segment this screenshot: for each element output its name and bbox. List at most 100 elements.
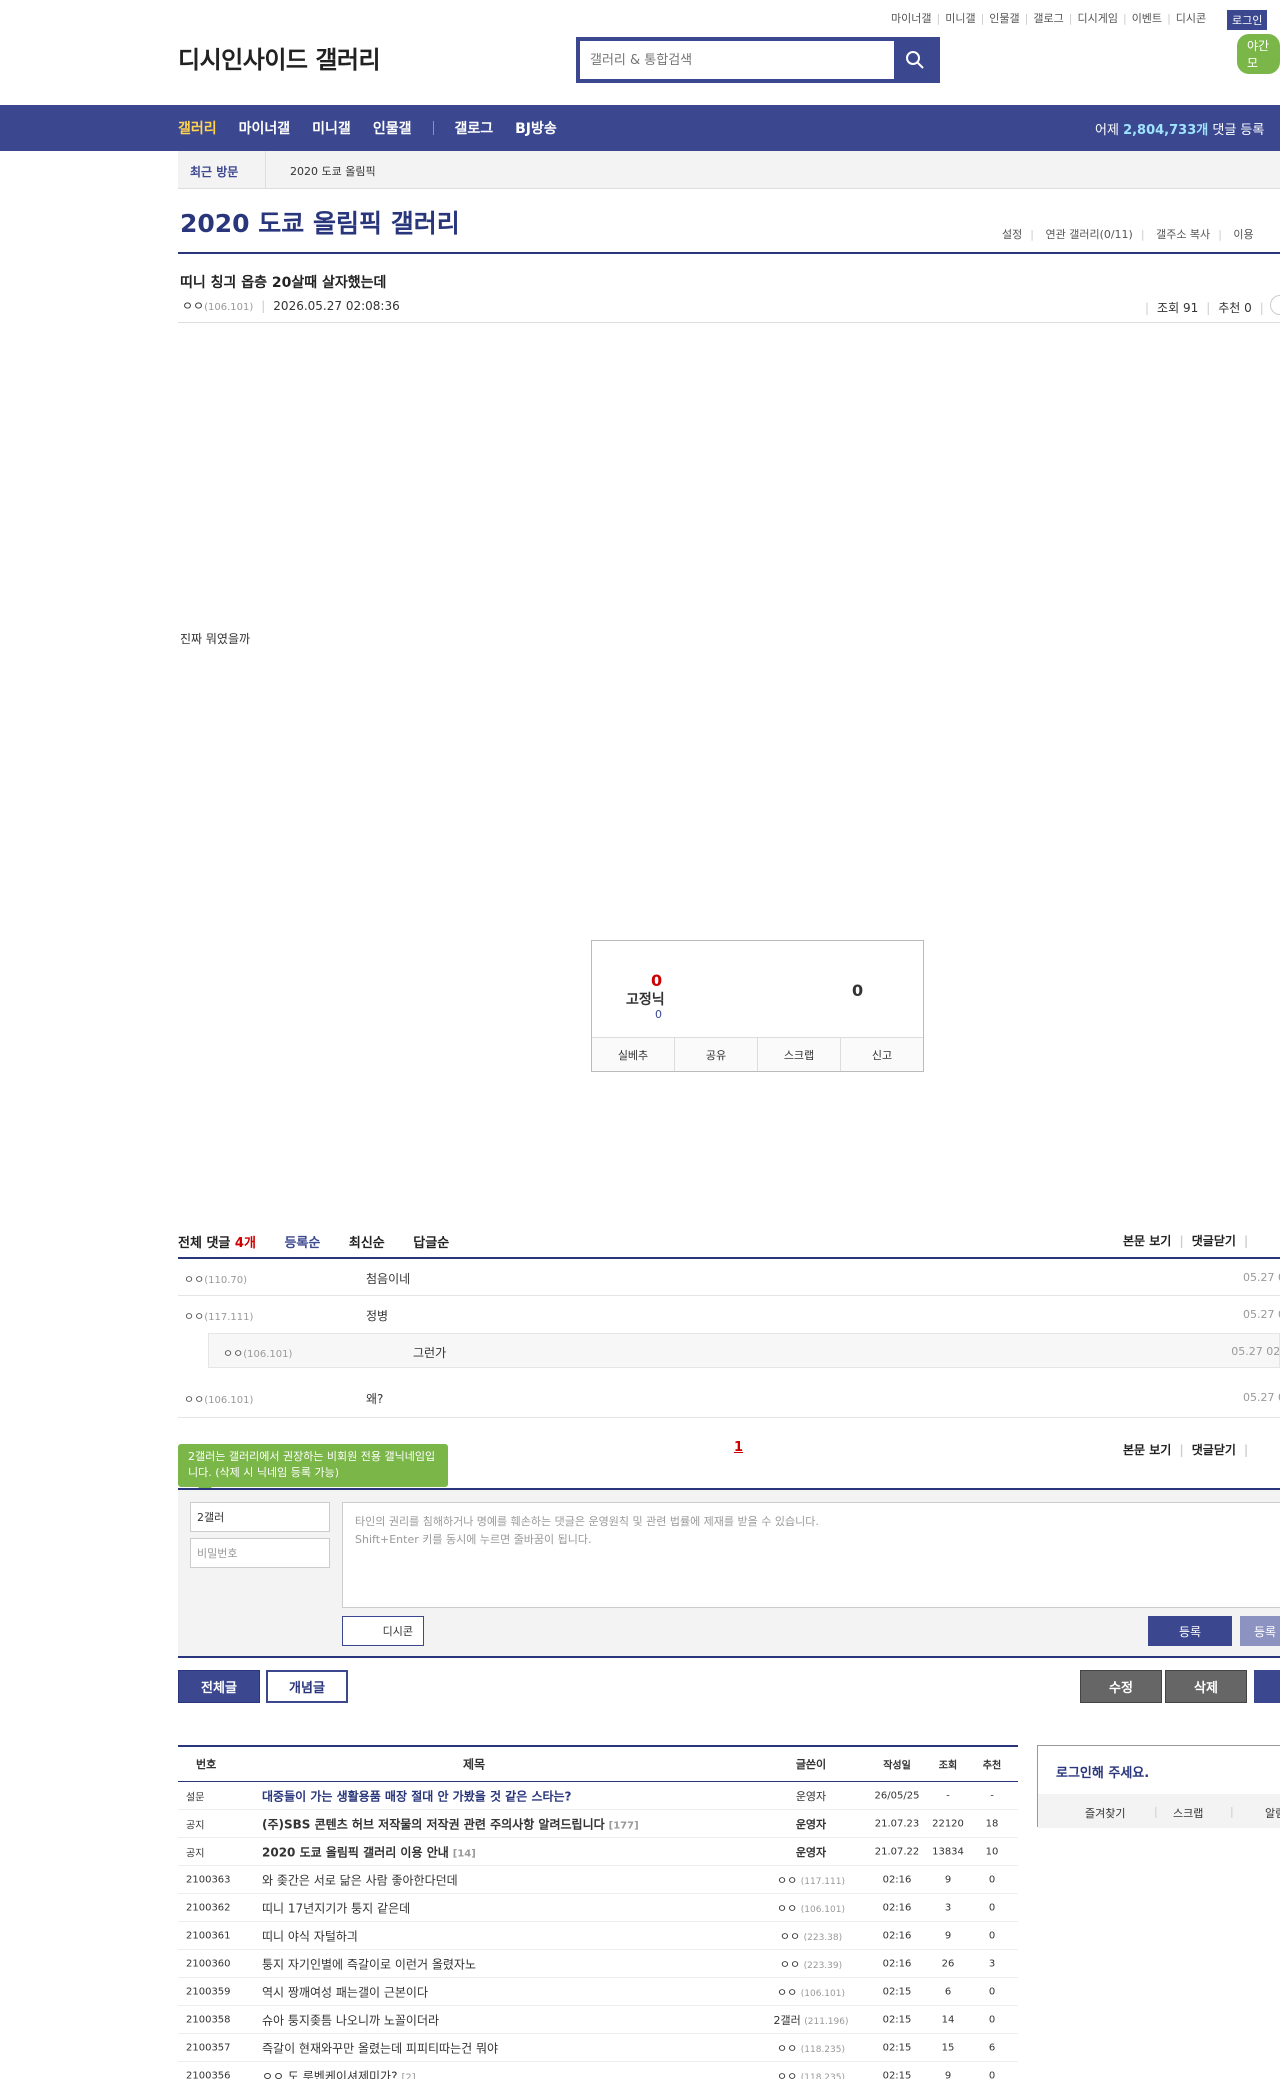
nav-bj[interactable]: BJ방송 — [515, 118, 557, 138]
row-writer[interactable]: 운영자 — [746, 1816, 876, 1832]
table-row[interactable]: 2100362 띠니 17년지기가 퉁지 같은데 ㅇㅇ (106.101) 02:16… — [178, 1894, 1018, 1922]
alarm-link[interactable]: 알림 — [1265, 1805, 1280, 1821]
nav-mini[interactable]: 미니갤 — [312, 118, 351, 138]
row-writer[interactable]: 운영자 — [746, 1844, 876, 1860]
row-writer[interactable]: ㅇㅇ (106.101) — [746, 1900, 876, 1916]
close-comments-button[interactable]: 댓글닫기 — [1192, 1234, 1236, 1248]
gallery-tools: 설정 | 연관 갤러리(0/11) | 갤주소 복사 | 이용 — [1002, 228, 1254, 241]
row-writer[interactable]: ㅇㅇ (118.235) — [746, 2040, 876, 2056]
favorites-link[interactable]: 즐겨찾기 — [1085, 1805, 1125, 1821]
nickname-input[interactable]: 2갤러 — [190, 1502, 330, 1532]
top-link-mini[interactable]: 미니갤 — [945, 10, 975, 26]
view-post-button[interactable]: 본문 보기 — [1123, 1443, 1171, 1457]
row-views: 22120 — [932, 1818, 964, 1829]
tool-usage[interactable]: 이용 — [1233, 228, 1253, 241]
gallery-title[interactable]: 2020 도쿄 올림픽 갤러리 — [180, 204, 460, 240]
tool-settings[interactable]: 설정 — [1002, 228, 1022, 241]
share-button[interactable]: 공유 — [675, 1038, 758, 1071]
top-link-minor[interactable]: 마이너갤 — [891, 10, 931, 26]
row-title[interactable]: 대중들이 가는 생활용품 매장 절대 안 가봤을 것 같은 스타는? — [262, 1787, 576, 1804]
submit-reply-button[interactable]: 등록 — [1240, 1616, 1280, 1646]
site-logo[interactable]: 디시인사이드 갤러리 — [178, 40, 381, 75]
post-date: 2026.05.27 02:08:36 — [273, 299, 400, 313]
recommend-down-count[interactable]: 0 — [852, 981, 863, 1000]
write-button[interactable] — [1254, 1670, 1280, 1703]
row-title[interactable]: 와 좆간은 서로 닮은 사람 좋아한다던데 — [262, 1871, 462, 1888]
search-button[interactable] — [894, 41, 936, 79]
comment-nick[interactable]: ㅇㅇ(117.111) — [184, 1308, 253, 1324]
row-title[interactable]: 즉갈이 현재와꾸만 올렸는데 피피티따는건 뭐야 — [262, 2039, 502, 2056]
row-num: 2100361 — [186, 1930, 231, 1941]
top-link-gallog[interactable]: 갤로그 — [1033, 10, 1063, 26]
comment-tab-latest[interactable]: 최신순 — [349, 1236, 385, 1251]
table-row[interactable]: 2100358 슈아 퉁지좆틈 나오니까 노꼴이더라 2갤러 (211.196) 02… — [178, 2006, 1018, 2034]
row-title[interactable]: 띠니 17년지기가 퉁지 같은데 — [262, 1899, 414, 1916]
concept-posts-button[interactable]: 개념글 — [266, 1670, 348, 1703]
post-author[interactable]: ㅇㅇ — [182, 299, 204, 313]
row-writer[interactable]: ㅇㅇ (223.39) — [746, 1956, 876, 1972]
tool-related[interactable]: 연관 갤러리(0/11) — [1045, 228, 1132, 241]
table-row[interactable]: 2100361 띠니 야식 자털하긔 ㅇㅇ (223.38) 02:16 9 0 — [178, 1922, 1018, 1950]
table-row[interactable]: 공지 2020 도쿄 올림픽 갤러리 이용 안내 [14] 운영자 21.07.22 1… — [178, 1838, 1018, 1866]
login-prompt[interactable]: 로그인해 주세요. — [1056, 1762, 1149, 1781]
all-posts-button[interactable]: 전체글 — [178, 1670, 260, 1703]
row-writer[interactable]: ㅇㅇ (106.101) — [746, 1984, 876, 2000]
row-writer[interactable]: 운영자 — [746, 1788, 876, 1804]
post-ip: (106.101) — [204, 302, 254, 313]
comment-textarea[interactable]: 타인의 권리를 침해하거나 명예를 훼손하는 댓글은 운영원칙 및 관련 법률에… — [342, 1502, 1280, 1608]
row-writer[interactable]: 2갤러 (211.196) — [746, 2012, 876, 2028]
delete-button[interactable]: 삭제 — [1165, 1670, 1247, 1703]
row-num: 2100358 — [186, 2014, 231, 2025]
scrap-link[interactable]: 스크랩 — [1173, 1805, 1203, 1821]
post-body: 진짜 뭐였을까 — [180, 632, 251, 646]
table-row[interactable]: 2100357 즉갈이 현재와꾸만 올렸는데 피피티따는건 뭐야 ㅇㅇ (118.2… — [178, 2034, 1018, 2062]
row-title[interactable]: (주)SBS 콘텐츠 허브 저작물의 저작권 관련 주의사항 알려드립니다 [17… — [262, 1815, 639, 1832]
nav-person[interactable]: 인물갤 — [373, 118, 412, 138]
table-row[interactable]: 2100363 와 좆간은 서로 닮은 사람 좋아한다던데 ㅇㅇ (117.111)… — [178, 1866, 1018, 1894]
top-link-person[interactable]: 인물갤 — [989, 10, 1019, 26]
row-writer[interactable]: ㅇㅇ (223.38) — [746, 1928, 876, 1944]
recommend-up-count[interactable]: 0 — [651, 971, 662, 990]
dccon-button[interactable]: 디시콘 — [342, 1616, 424, 1646]
row-title[interactable]: 2020 도쿄 올림픽 갤러리 이용 안내 [14] — [262, 1843, 476, 1860]
nav-gallog[interactable]: 갤로그 — [454, 118, 493, 138]
scrap-button[interactable]: 스크랩 — [758, 1038, 841, 1071]
recent-item[interactable]: 2020 도쿄 올림픽 — [290, 163, 376, 179]
row-title[interactable]: 띠니 야식 자털하긔 — [262, 1927, 362, 1944]
password-input[interactable]: 비밀번호 — [190, 1538, 330, 1568]
top-link-dccon[interactable]: 디시콘 — [1176, 10, 1206, 26]
row-title[interactable]: 역시 짱깨여성 패는갤이 근본이다 — [262, 1983, 432, 2000]
table-row[interactable]: 설문 대중들이 가는 생활용품 매장 절대 안 가봤을 것 같은 스타는? 운영자 … — [178, 1782, 1018, 1810]
report-button[interactable]: 신고 — [841, 1038, 923, 1071]
comment-nick[interactable]: ㅇㅇ(106.101) — [184, 1391, 253, 1407]
table-row[interactable]: 2100359 역시 짱깨여성 패는갤이 근본이다 ㅇㅇ (106.101) 02:1… — [178, 1978, 1018, 2006]
view-post-button[interactable]: 본문 보기 — [1123, 1234, 1171, 1248]
login-button[interactable]: 로그인 — [1227, 10, 1268, 30]
best-button[interactable]: 실베추 — [592, 1038, 675, 1071]
title-divider — [178, 252, 1280, 254]
edit-button[interactable]: 수정 — [1080, 1670, 1162, 1703]
row-title[interactable]: 퉁지 자기인별에 즉갈이로 이런거 올렸자노 — [262, 1955, 480, 1972]
table-row[interactable]: 공지 (주)SBS 콘텐츠 허브 저작물의 저작권 관련 주의사항 알려드립니다[… — [178, 1810, 1018, 1838]
comment-page-1[interactable]: 1 — [734, 1440, 743, 1455]
top-link-game[interactable]: 디시게임 — [1077, 10, 1117, 26]
comment-tab-replies[interactable]: 답글순 — [413, 1236, 449, 1251]
nav-minor[interactable]: 마이너갤 — [239, 118, 291, 138]
row-writer[interactable]: ㅇㅇ (117.111) — [746, 1872, 876, 1888]
row-title[interactable]: 슈아 퉁지좆틈 나오니까 노꼴이더라 — [262, 2011, 443, 2028]
comment-nick[interactable]: ㅇㅇ(106.101) — [223, 1345, 292, 1361]
top-link-event[interactable]: 이벤트 — [1132, 10, 1162, 26]
nav-gallery[interactable]: 갤러리 — [178, 118, 217, 138]
row-title[interactable]: ㅇㅇ 도 루벤케이셔제미가? [2] — [262, 2067, 416, 2079]
comment-nick[interactable]: ㅇㅇ(110.70) — [184, 1271, 247, 1287]
submit-comment-button[interactable]: 등록 — [1148, 1616, 1232, 1646]
table-row[interactable]: 2100360 퉁지 자기인별에 즉갈이로 이런거 올렸자노 ㅇㅇ (223.39)… — [178, 1950, 1018, 1978]
comment-tab-registered[interactable]: 등록순 — [284, 1236, 320, 1251]
row-writer[interactable]: ㅇㅇ (118.235) — [746, 2068, 876, 2079]
close-comments-button[interactable]: 댓글닫기 — [1192, 1443, 1236, 1457]
search-input[interactable] — [580, 41, 894, 79]
table-row[interactable]: 2100356 ㅇㅇ 도 루벤케이셔제미가? [2] ㅇㅇ (118.235) 02:1… — [178, 2062, 1018, 2079]
tool-copy-url[interactable]: 갤주소 복사 — [1156, 228, 1210, 241]
row-views: 9 — [944, 1930, 952, 1941]
night-mode-toggle[interactable]: 야간 모 — [1237, 34, 1280, 74]
